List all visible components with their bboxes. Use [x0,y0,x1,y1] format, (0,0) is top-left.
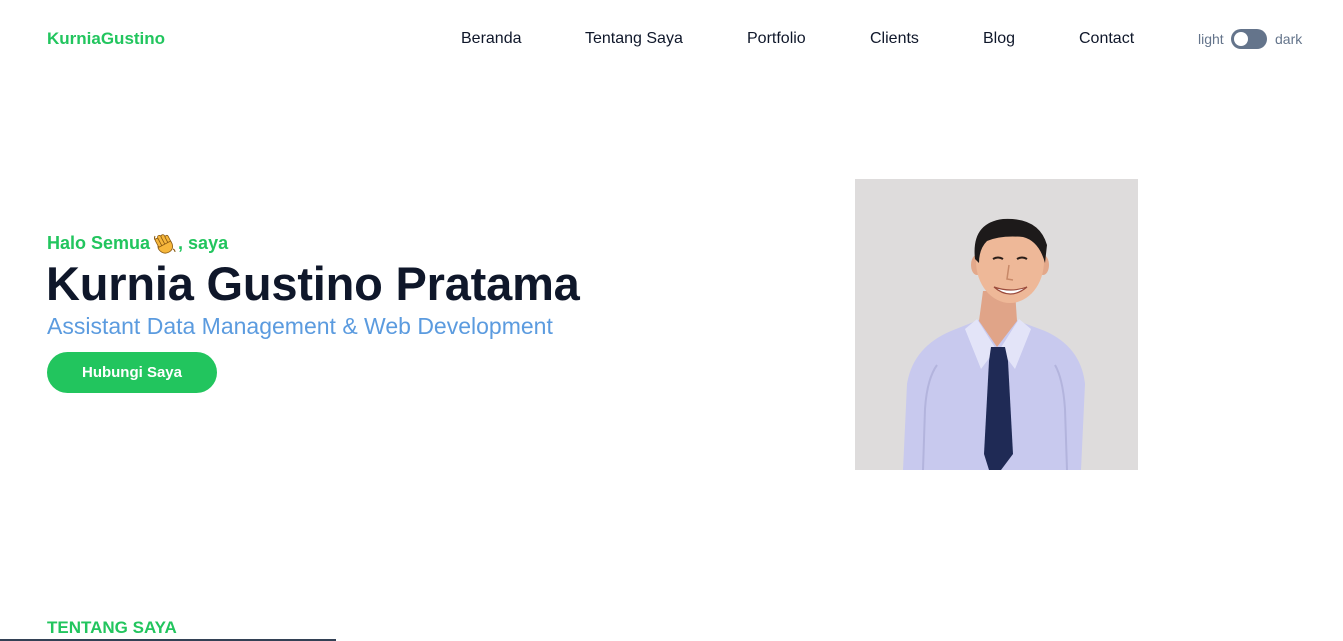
nav-link-portfolio[interactable]: Portfolio [747,29,806,49]
waving-hand-icon [153,232,177,254]
about-section-heading: TENTANG SAYA [47,618,177,637]
theme-toggle: light dark [1196,28,1306,50]
profile-photo [855,179,1138,470]
hero-name: Kurnia Gustino Pratama [46,257,580,310]
theme-light-label: light [1198,31,1224,47]
greeting-text: Halo Semua [47,233,151,253]
theme-switch[interactable] [1231,29,1267,49]
profile-photo-illustration [855,179,1138,470]
nav-link-contact[interactable]: Contact [1079,29,1134,49]
theme-dark-label: dark [1275,31,1303,47]
nav-link-beranda[interactable]: Beranda [461,29,522,49]
hero-greeting: Halo Semua , saya [47,232,228,254]
contact-me-button[interactable]: Hubungi Saya [47,352,217,393]
theme-switch-knob [1234,32,1248,46]
nav-link-blog[interactable]: Blog [983,29,1015,49]
greeting-suffix: , saya [178,233,229,253]
site-header: KurniaGustino Beranda Tentang Saya Portf… [0,0,1343,78]
portfolio-page: KurniaGustino Beranda Tentang Saya Portf… [0,0,1343,641]
nav-link-tentang-saya[interactable]: Tentang Saya [585,29,683,49]
site-logo[interactable]: KurniaGustino [47,29,165,49]
nav-link-clients[interactable]: Clients [870,29,919,49]
hero-role: Assistant Data Management & Web Developm… [47,313,553,339]
